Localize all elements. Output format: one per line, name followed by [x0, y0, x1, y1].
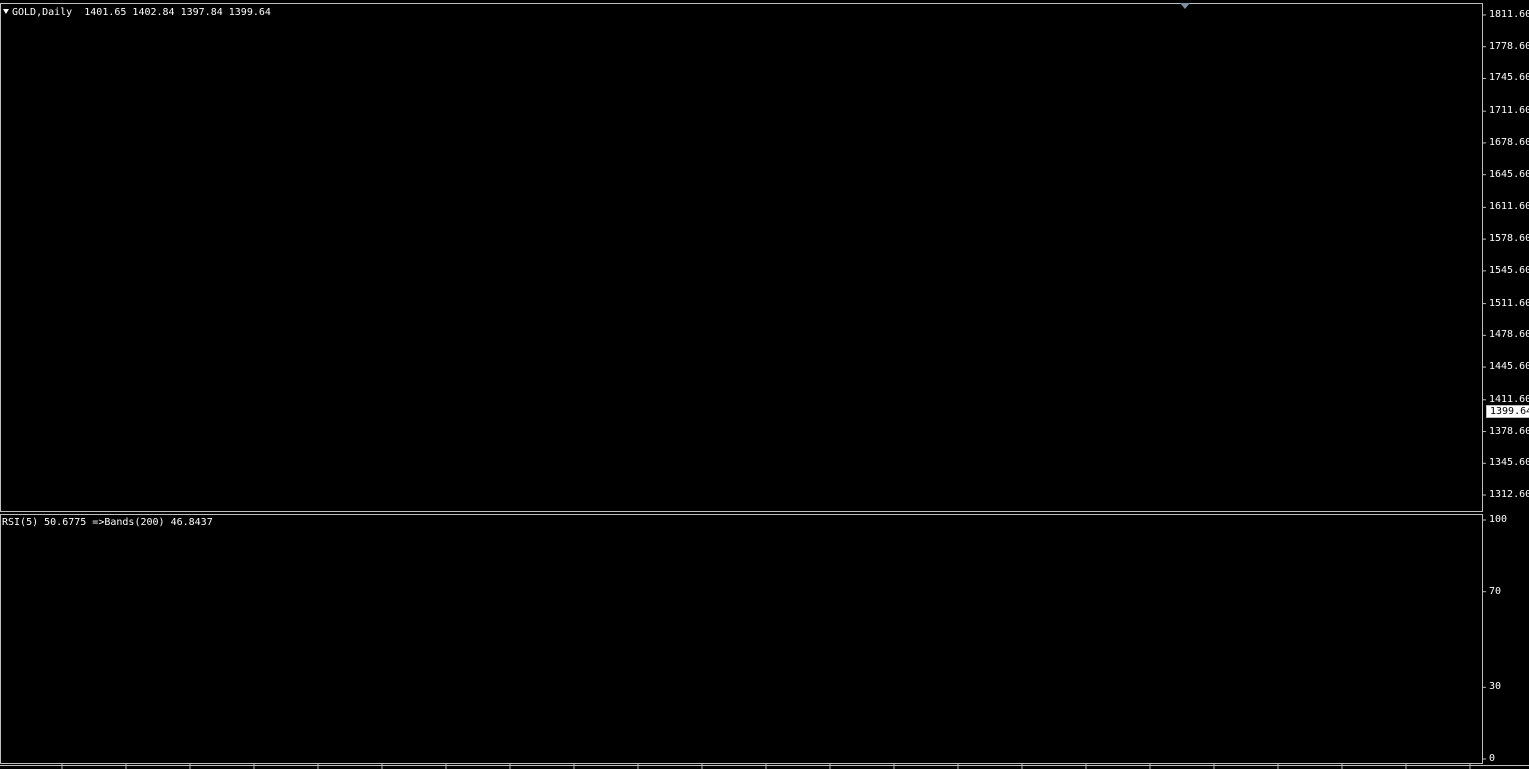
price-tick-label: 1411.60 [1489, 393, 1529, 405]
price-tick-label: 1611.60 [1489, 201, 1529, 213]
price-tick-label: 1312.60 [1489, 489, 1529, 501]
price-tick-label: 1478.60 [1489, 329, 1529, 341]
price-tick-label: 1778.60 [1489, 40, 1529, 52]
price-tick-label: 1745.60 [1489, 72, 1529, 84]
background [0, 0, 1529, 769]
price-tick-label: 1545.60 [1489, 264, 1529, 276]
rsi-tick-label: 30 [1489, 681, 1502, 693]
price-tick-label: 1511.60 [1489, 297, 1529, 309]
price-tick-label: 1645.60 [1489, 168, 1529, 180]
rsi-tick-label: 100 [1489, 514, 1508, 525]
chart-frame [0, 0, 1529, 769]
ohlc-values: 1401.65 1402.84 1397.84 1399.64 [84, 7, 271, 18]
rsi-tick-label: 70 [1489, 585, 1502, 597]
dropdown-arrow-icon[interactable] [3, 9, 9, 14]
chart-canvas[interactable] [0, 0, 1529, 769]
symbol-name: GOLD,Daily [12, 7, 73, 18]
rsi-tick-label: 0 [1489, 753, 1496, 764]
rsi-title: RSI(5) 50.6775 =>Bands(200) 46.8437 [2, 517, 213, 528]
chart-shift-marker-icon[interactable] [1180, 3, 1190, 9]
symbol-title[interactable]: GOLD,Daily 1401.65 1402.84 1397.84 1399.… [3, 7, 271, 19]
price-tick-label: 1445.60 [1489, 361, 1529, 373]
price-tick-label: 1678.60 [1489, 136, 1529, 148]
current-price-tag: 1399.64 [1486, 405, 1529, 419]
price-tick-label: 1811.60 [1489, 8, 1529, 20]
price-tick-label: 1345.60 [1489, 457, 1529, 469]
price-tick-label: 1378.60 [1489, 425, 1529, 437]
price-tick-label: 1711.60 [1489, 105, 1529, 117]
price-tick-label: 1578.60 [1489, 233, 1529, 245]
